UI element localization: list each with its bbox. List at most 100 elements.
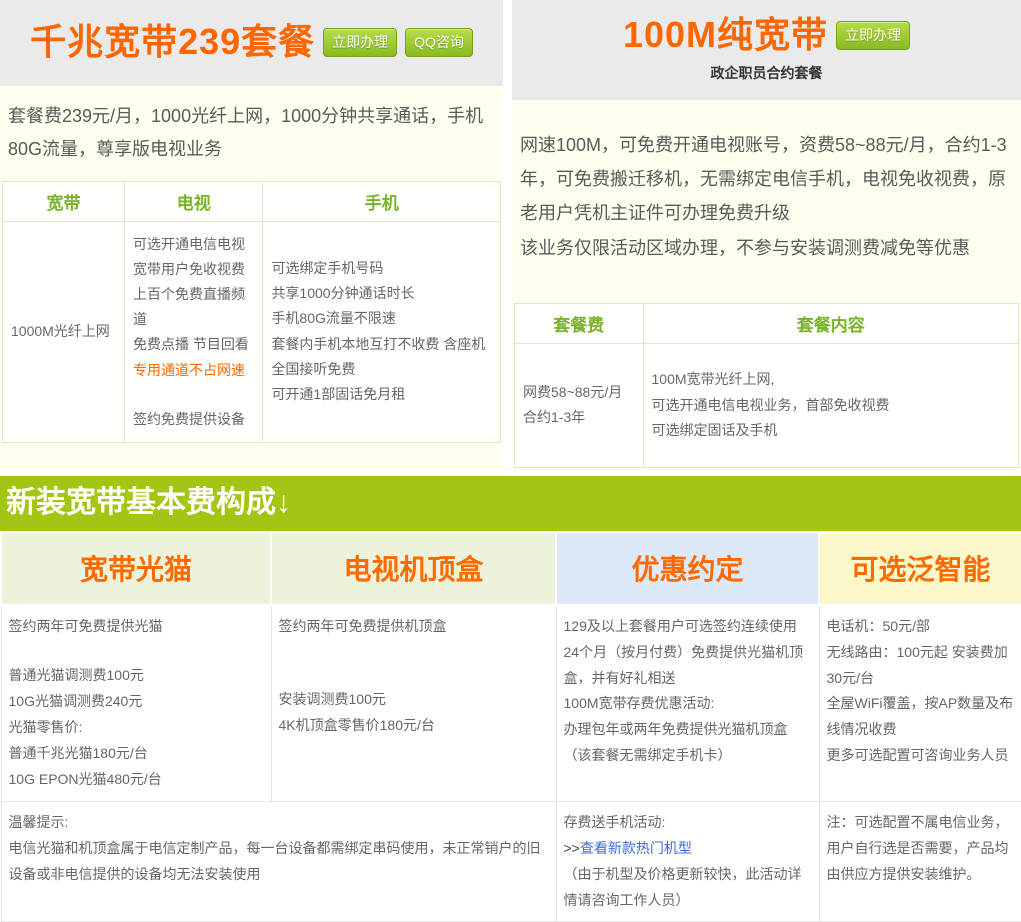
cell-fee: 网费58~88元/月合约1-3年 [515, 343, 644, 467]
link-arrows: >> [564, 840, 580, 856]
col-header-fee: 套餐费 [515, 303, 644, 343]
100m-table-header-row: 套餐费 套餐内容 [515, 303, 1019, 343]
gigabit-apply-button[interactable]: 立即办理 [323, 28, 397, 57]
phone-lines: 可选绑定手机号码共享1000分钟通话时长手机80G流量不限速套餐内手机本地互打不… [271, 256, 492, 407]
gigabit-qq-button[interactable]: QQ咨询 [405, 28, 473, 57]
modem-line: 普通千兆光猫180元/台 [9, 741, 264, 767]
100m-description-line: 该业务仅限活动区域办理，不参与安装调测费减免等优惠 [520, 231, 1013, 265]
modem-lines: 签约两年可免费提供光猫普通光猫调测费100元10G光猫调测费240元光猫零售价:… [9, 614, 264, 793]
cell-tv: 可选开通电信电视宽带用户免收视费上百个免费直播频道免费点播 节目回看 专用通道不… [125, 221, 263, 442]
100m-header: 100M纯宽带 立即办理 政企职员合约套餐 [512, 0, 1021, 100]
settopbox-lines: 签约两年可免费提供机顶盒安装调测费100元4K机顶盒零售价180元/台 [279, 614, 549, 739]
cell-smart-note: 注：可选配置不属电信业务，用户自行选是否需要，产品均由供应方提供安装维护。 [819, 801, 1021, 922]
col-header-tv: 电视 [125, 181, 263, 221]
smart-line: 无线路由：100元起 安装费加30元/台 [827, 640, 1015, 692]
modem-line: 10G光猫调测费240元 [9, 689, 264, 715]
promo-title: 存费送手机活动: [564, 810, 812, 836]
settopbox-line [279, 663, 549, 687]
fee-line: 合约1-3年 [523, 405, 635, 430]
settopbox-line: 签约两年可免费提供机顶盒 [279, 614, 549, 640]
promo-link-row: >>查看新款热门机型 [564, 836, 812, 862]
smart-line: 全屋WiFi覆盖，按AP数量及布线情况收费 [827, 691, 1015, 743]
cell-broadband: 1000M光纤上网 [3, 221, 125, 442]
fees-table: 宽带光猫 电视机顶盒 优惠约定 可选泛智能 签约两年可免费提供光猫普通光猫调测费… [0, 533, 1021, 922]
fees-header-row: 宽带光猫 电视机顶盒 优惠约定 可选泛智能 [1, 533, 1021, 605]
smart-note: 注：可选配置不属电信业务，用户自行选是否需要，产品均由供应方提供安装维护。 [827, 810, 1015, 888]
gigabit-table-row: 1000M光纤上网 可选开通电信电视宽带用户免收视费上百个免费直播频道免费点播 … [3, 221, 501, 442]
hot-models-link[interactable]: 查看新款热门机型 [580, 840, 692, 856]
page: 千兆宽带239套餐 立即办理 QQ咨询 套餐费239元/月，1000光纤上网，1… [0, 0, 1021, 922]
col-header-deals: 优惠约定 [556, 533, 819, 605]
settopbox-line: 4K机顶盒零售价180元/台 [279, 713, 549, 739]
col-header-modem: 宽带光猫 [1, 533, 271, 605]
tv-footer: 签约免费提供设备 [133, 407, 254, 432]
100m-description-line: 网速100M，可免费开通电视账号，资费58~88元/月，合约1-3年，可免费搬迁… [520, 128, 1013, 231]
col-header-phone: 手机 [263, 181, 501, 221]
gigabit-title: 千兆宽带239套餐 [30, 22, 315, 62]
smart-line: 电话机：50元/部 [827, 614, 1015, 640]
content-line: 可选开通电信电视业务，首部免收视费 [652, 393, 1010, 418]
content-line: 可选绑定固话及手机 [652, 418, 1010, 443]
panel-gigabit-239: 千兆宽带239套餐 立即办理 QQ咨询 套餐费239元/月，1000光纤上网，1… [0, 0, 503, 470]
tv-line: 免费点播 节目回看 [133, 332, 254, 357]
warm-tip-title: 温馨提示: [9, 810, 549, 836]
col-header-smart: 可选泛智能 [819, 533, 1021, 605]
promo-note: （由于机型及价格更新较快，此活动详情请咨询工作人员） [564, 862, 812, 914]
deal-lines: 129及以上套餐用户可选签约连续使用24个月（按月付费）免费提供光猫机顶盒，并有… [564, 614, 812, 769]
cell-phone: 可选绑定手机号码共享1000分钟通话时长手机80G流量不限速套餐内手机本地互打不… [263, 221, 501, 442]
cell-content: 100M宽带光纤上网,可选开通电信电视业务，首部免收视费可选绑定固话及手机 [643, 343, 1018, 467]
tv-line: 宽带用户免收视费 [133, 257, 254, 282]
deal-line: （该套餐无需绑定手机卡） [564, 743, 812, 769]
gigabit-body: 套餐费239元/月，1000光纤上网，1000分钟共享通话，手机80G流量，尊享… [0, 86, 503, 470]
tv-lines: 可选开通电信电视宽带用户免收视费上百个免费直播频道免费点播 节目回看 [133, 232, 254, 358]
smart-line: 更多可选配置可咨询业务人员 [827, 743, 1015, 769]
100m-apply-button[interactable]: 立即办理 [836, 21, 910, 50]
gigabit-table-header-row: 宽带 电视 手机 [3, 181, 501, 221]
100m-body: 网速100M，可免费开通电视账号，资费58~88元/月，合约1-3年，可免费搬迁… [512, 100, 1021, 470]
tv-line: 上百个免费直播频道 [133, 282, 254, 332]
settopbox-line [279, 640, 549, 664]
content-line: 100M宽带光纤上网, [652, 367, 1010, 392]
panel-100m: 100M纯宽带 立即办理 政企职员合约套餐 网速100M，可免费开通电视账号，资… [512, 0, 1021, 470]
col-header-content: 套餐内容 [643, 303, 1018, 343]
100m-description: 网速100M，可免费开通电视账号，资费58~88元/月，合约1-3年，可免费搬迁… [514, 104, 1019, 277]
deal-line: 办理包年或两年免费提供光猫机顶盒 [564, 717, 812, 743]
modem-line: 签约两年可免费提供光猫 [9, 614, 264, 640]
cell-smart-options: 电话机：50元/部无线路由：100元起 安装费加30元/台全屋WiFi覆盖，按A… [819, 605, 1021, 802]
deal-line: 100M宽带存费优惠活动: [564, 691, 812, 717]
modem-line: 光猫零售价: [9, 715, 264, 741]
fees-content-row: 签约两年可免费提供光猫普通光猫调测费100元10G光猫调测费240元光猫零售价:… [1, 605, 1021, 802]
phone-line: 手机80G流量不限速 [271, 306, 492, 331]
packages-row: 千兆宽带239套餐 立即办理 QQ咨询 套餐费239元/月，1000光纤上网，1… [0, 0, 1021, 470]
content-lines: 100M宽带光纤上网,可选开通电信电视业务，首部免收视费可选绑定固话及手机 [652, 367, 1010, 443]
warm-tip-body: 电信光猫和机顶盒属于电信定制产品，每一台设备都需绑定串码使用，未正常销户的旧设备… [9, 836, 549, 888]
cell-warm-tip: 温馨提示: 电信光猫和机顶盒属于电信定制产品，每一台设备都需绑定串码使用，未正常… [1, 801, 556, 922]
cell-phone-promo: 存费送手机活动: >>查看新款热门机型 （由于机型及价格更新较快，此活动详情请咨… [556, 801, 819, 922]
broadband-value: 1000M光纤上网 [11, 319, 116, 344]
phone-line: 共享1000分钟通话时长 [271, 281, 492, 306]
settopbox-line: 安装调测费100元 [279, 687, 549, 713]
phone-line: 可开通1部固话免月租 [271, 382, 492, 407]
modem-line [9, 640, 264, 664]
gigabit-title-line: 千兆宽带239套餐 立即办理 QQ咨询 [30, 22, 473, 62]
fees-banner: 新装宽带基本费构成↓ [0, 476, 1021, 531]
phone-line: 可选绑定手机号码 [271, 256, 492, 281]
install-fees-section: 新装宽带基本费构成↓ 宽带光猫 电视机顶盒 优惠约定 可选泛智能 签约两年可免费… [0, 476, 1021, 922]
100m-title: 100M纯宽带 [623, 15, 828, 55]
tv-highlight: 专用通道不占网速 [133, 358, 254, 383]
100m-subtitle: 政企职员合约套餐 [711, 63, 823, 83]
100m-table-row: 网费58~88元/月合约1-3年 100M宽带光纤上网,可选开通电信电视业务，首… [515, 343, 1019, 467]
fee-lines: 网费58~88元/月合约1-3年 [523, 380, 635, 430]
deal-line: 129及以上套餐用户可选签约连续使用24个月（按月付费）免费提供光猫机顶盒，并有… [564, 614, 812, 692]
gigabit-plan-table: 宽带 电视 手机 1000M光纤上网 可选开通电信电视宽带用户免收视费上百个免费… [2, 181, 501, 443]
modem-line: 10G EPON光猫480元/台 [9, 767, 264, 793]
100m-title-line: 100M纯宽带 立即办理 [623, 15, 910, 55]
phone-line: 全国接听免费 [271, 357, 492, 382]
gigabit-header: 千兆宽带239套餐 立即办理 QQ咨询 [0, 0, 503, 86]
col-header-settopbox: 电视机顶盒 [271, 533, 556, 605]
tv-line: 可选开通电信电视 [133, 232, 254, 257]
fees-footer-row: 温馨提示: 电信光猫和机顶盒属于电信定制产品，每一台设备都需绑定串码使用，未正常… [1, 801, 1021, 922]
smart-lines: 电话机：50元/部无线路由：100元起 安装费加30元/台全屋WiFi覆盖，按A… [827, 614, 1015, 769]
100m-plan-table: 套餐费 套餐内容 网费58~88元/月合约1-3年 100M宽带光纤上网,可选开… [514, 303, 1019, 468]
cell-deals: 129及以上套餐用户可选签约连续使用24个月（按月付费）免费提供光猫机顶盒，并有… [556, 605, 819, 802]
